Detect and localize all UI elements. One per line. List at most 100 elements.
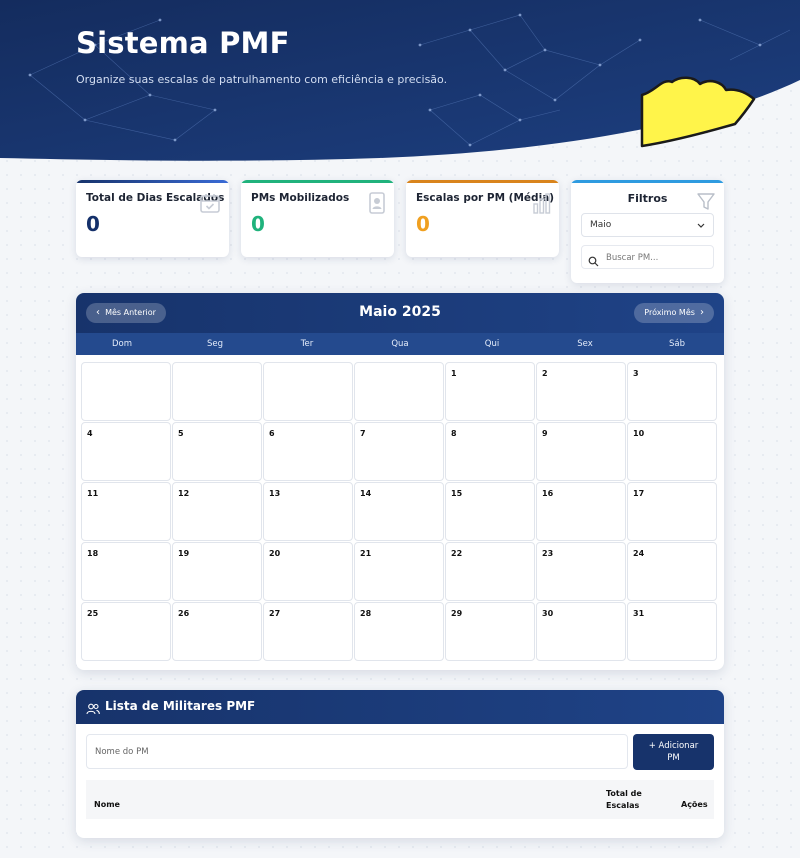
day-number: 30 — [542, 609, 554, 618]
id-badge-icon — [368, 192, 386, 218]
day-number: 21 — [360, 549, 372, 558]
weekday-label: Qui — [484, 339, 500, 349]
stat-card-pms: PMs Mobilizados 0 — [241, 180, 394, 257]
calendar-empty-cell — [354, 362, 444, 421]
calendar-day-cell[interactable]: 25 — [81, 602, 171, 661]
day-number: 22 — [451, 549, 463, 558]
calendar-day-cell[interactable]: 5 — [172, 422, 262, 481]
military-table-header: Nome Total de Escalas Ações — [86, 780, 714, 819]
stat-value: 0 — [86, 212, 100, 236]
day-number: 25 — [87, 609, 99, 618]
day-number: 23 — [542, 549, 554, 558]
column-header-total-line1: Total de — [606, 789, 642, 798]
next-month-button[interactable]: Próximo Mês › — [634, 303, 714, 323]
calendar-day-cell[interactable]: 31 — [627, 602, 717, 661]
pm-name-input[interactable] — [86, 734, 628, 769]
calendar-day-cell[interactable]: 20 — [263, 542, 353, 601]
month-select-value: Maio — [590, 220, 612, 230]
weekday-label: Sáb — [669, 339, 685, 349]
day-number: 27 — [269, 609, 281, 618]
calendar-day-cell[interactable]: 2 — [536, 362, 626, 421]
military-list-card: Lista de Militares PMF + Adicionar PM No… — [76, 690, 724, 838]
calendar-day-cell[interactable]: 12 — [172, 482, 262, 541]
calendar-day-cell[interactable]: 23 — [536, 542, 626, 601]
add-pm-label-line1: + Adicionar — [648, 741, 699, 751]
calendar-day-cell[interactable]: 10 — [627, 422, 717, 481]
day-number: 15 — [451, 489, 463, 498]
calendar-day-cell[interactable]: 29 — [445, 602, 535, 661]
calendar-day-cell[interactable]: 8 — [445, 422, 535, 481]
calendar-day-cell[interactable]: 4 — [81, 422, 171, 481]
search-pm-input[interactable] — [606, 249, 710, 266]
day-number: 13 — [269, 489, 281, 498]
stat-label: PMs Mobilizados — [251, 192, 350, 204]
calendar-empty-cell — [172, 362, 262, 421]
calendar-day-cell[interactable]: 21 — [354, 542, 444, 601]
calendar-day-cell[interactable]: 26 — [172, 602, 262, 661]
military-list-title: Lista de Militares PMF — [105, 699, 256, 713]
calendar-day-cell[interactable]: 19 — [172, 542, 262, 601]
calendar-day-cell[interactable]: 24 — [627, 542, 717, 601]
weekday-label: Sex — [577, 339, 593, 349]
calendar-day-cell[interactable]: 30 — [536, 602, 626, 661]
stat-value: 0 — [251, 212, 265, 236]
stat-card-average: Escalas por PM (Média) 0 — [406, 180, 559, 257]
filters-accent — [571, 180, 724, 183]
day-number: 28 — [360, 609, 372, 618]
day-number: 6 — [269, 429, 275, 438]
search-pm-box — [581, 245, 714, 269]
users-icon — [86, 700, 100, 719]
calendar-day-cell[interactable]: 16 — [536, 482, 626, 541]
calendar: ‹ Mês Anterior Maio 2025 Próximo Mês › D… — [76, 293, 724, 670]
calendar-day-cell[interactable]: 3 — [627, 362, 717, 421]
calendar-day-cell[interactable]: 11 — [81, 482, 171, 541]
calendar-day-cell[interactable]: 6 — [263, 422, 353, 481]
calendar-day-cell[interactable]: 13 — [263, 482, 353, 541]
calendar-day-cell[interactable]: 28 — [354, 602, 444, 661]
search-icon — [588, 252, 599, 271]
calendar-empty-cell — [81, 362, 171, 421]
calendar-header: ‹ Mês Anterior Maio 2025 Próximo Mês › — [76, 293, 724, 333]
chevron-right-icon: › — [700, 307, 704, 318]
calendar-day-cell[interactable]: 22 — [445, 542, 535, 601]
day-number: 17 — [633, 489, 645, 498]
calendar-day-cell[interactable]: 1 — [445, 362, 535, 421]
calendar-day-cell[interactable]: 7 — [354, 422, 444, 481]
calendar-day-cell[interactable]: 14 — [354, 482, 444, 541]
calendar-check-icon — [199, 192, 221, 218]
calendar-day-cell[interactable]: 15 — [445, 482, 535, 541]
hero-banner: Sistema PMF Organize suas escalas de pat… — [0, 0, 800, 175]
day-number: 5 — [178, 429, 184, 438]
day-number: 3 — [633, 369, 639, 378]
calendar-day-cell[interactable]: 18 — [81, 542, 171, 601]
day-number: 8 — [451, 429, 457, 438]
weekday-label: Seg — [206, 339, 224, 349]
day-number: 19 — [178, 549, 190, 558]
next-month-label: Próximo Mês — [644, 308, 695, 317]
day-number: 2 — [542, 369, 548, 378]
bar-chart-icon — [533, 192, 551, 218]
military-list-header: Lista de Militares PMF — [76, 690, 724, 724]
stat-value: 0 — [416, 212, 430, 236]
day-number: 4 — [87, 429, 93, 438]
day-number: 31 — [633, 609, 645, 618]
calendar-day-cell[interactable]: 27 — [263, 602, 353, 661]
month-select[interactable]: Maio — [581, 213, 714, 237]
stat-card-total-days: Total de Dias Escalados 0 — [76, 180, 229, 257]
day-number: 12 — [178, 489, 190, 498]
filters-card: Filtros Maio — [571, 180, 724, 283]
calendar-day-cell[interactable]: 9 — [536, 422, 626, 481]
stat-card-accent — [406, 180, 559, 183]
calendar-empty-cell — [263, 362, 353, 421]
day-number: 11 — [87, 489, 99, 498]
weekday-label: Qua — [391, 339, 409, 349]
add-pm-button[interactable]: + Adicionar PM — [633, 734, 714, 770]
stat-card-accent — [241, 180, 394, 183]
calendar-day-cell[interactable]: 17 — [627, 482, 717, 541]
day-number: 24 — [633, 549, 645, 558]
day-number: 9 — [542, 429, 548, 438]
stat-card-accent — [76, 180, 229, 183]
weekday-label: Dom — [111, 339, 133, 349]
day-number: 7 — [360, 429, 366, 438]
day-number: 29 — [451, 609, 463, 618]
